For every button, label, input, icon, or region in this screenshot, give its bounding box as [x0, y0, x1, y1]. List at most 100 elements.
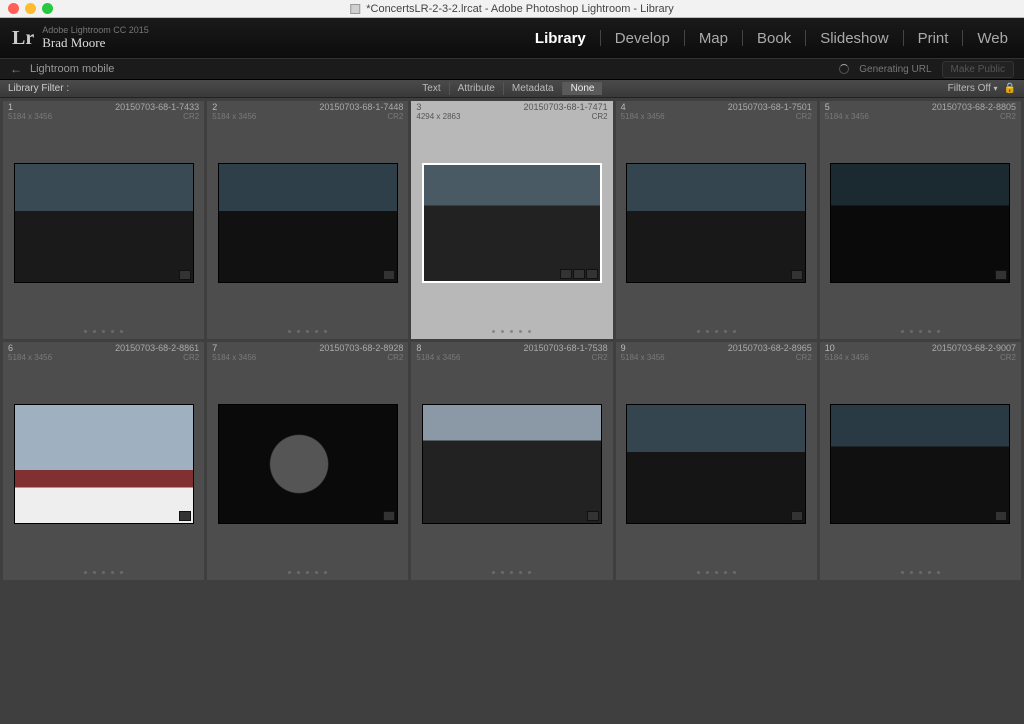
- thumb-extension: CR2: [524, 354, 608, 363]
- thumb-dimensions: 5184 x 3456: [8, 113, 52, 122]
- thumb-rating-dots[interactable]: [411, 323, 612, 339]
- thumb-meta: 105184 x 345620150703-68-2-9007CR2: [820, 342, 1021, 364]
- thumb-image-zone[interactable]: [3, 364, 204, 564]
- window-title: *ConcertsLR-2-3-2.lrcat - Adobe Photosho…: [366, 3, 674, 15]
- thumb-image[interactable]: [14, 404, 194, 524]
- grid-view[interactable]: 15184 x 345620150703-68-1-7433CR225184 x…: [0, 98, 1024, 724]
- filter-tab-attribute[interactable]: Attribute: [449, 82, 503, 95]
- thumb-image[interactable]: [830, 404, 1010, 524]
- thumb-image-zone[interactable]: [820, 123, 1021, 323]
- thumb-meta: 55184 x 345620150703-68-2-8805CR2: [820, 101, 1021, 123]
- thumb-badges: [179, 511, 191, 521]
- thumb-rating-dots[interactable]: [411, 564, 612, 580]
- module-slideshow[interactable]: Slideshow: [816, 28, 892, 49]
- filter-tab-text[interactable]: Text: [414, 82, 448, 95]
- thumb-image-zone[interactable]: [616, 123, 817, 323]
- thumb-image[interactable]: [830, 163, 1010, 283]
- module-develop[interactable]: Develop: [611, 28, 674, 49]
- thumb-image-zone[interactable]: [820, 364, 1021, 564]
- thumb-extension: CR2: [728, 354, 812, 363]
- thumb-meta: 95184 x 345620150703-68-2-8965CR2: [616, 342, 817, 364]
- thumb-image-zone[interactable]: [3, 123, 204, 323]
- thumbnail-cell[interactable]: 95184 x 345620150703-68-2-8965CR2: [616, 342, 817, 580]
- thumb-dimensions: 5184 x 3456: [621, 354, 665, 363]
- thumb-badges: [560, 269, 598, 279]
- thumbnail-cell[interactable]: 85184 x 345620150703-68-1-7538CR2: [411, 342, 612, 580]
- thumb-image-zone[interactable]: [616, 364, 817, 564]
- thumb-rating-dots[interactable]: [820, 323, 1021, 339]
- thumb-extension: CR2: [524, 113, 608, 122]
- thumbnail-cell[interactable]: 34294 x 286320150703-68-1-7471CR2: [411, 101, 612, 339]
- thumb-meta: 25184 x 345620150703-68-1-7448CR2: [207, 101, 408, 123]
- thumb-image[interactable]: [218, 163, 398, 283]
- filter-tabs: TextAttributeMetadataNone: [414, 82, 602, 95]
- thumb-rating-dots[interactable]: [207, 564, 408, 580]
- thumb-rating-dots[interactable]: [616, 564, 817, 580]
- thumbnail-cell[interactable]: 55184 x 345620150703-68-2-8805CR2: [820, 101, 1021, 339]
- back-button[interactable]: ←: [10, 62, 22, 76]
- make-public-button[interactable]: Make Public: [942, 61, 1014, 78]
- thumb-image[interactable]: [626, 404, 806, 524]
- thumb-extension: CR2: [115, 354, 199, 363]
- thumb-image[interactable]: [14, 163, 194, 283]
- thumbnail-cell[interactable]: 75184 x 345620150703-68-2-8928CR2: [207, 342, 408, 580]
- thumb-rating-dots[interactable]: [820, 564, 1021, 580]
- thumb-dimensions: 5184 x 3456: [8, 354, 52, 363]
- app-logo: Lr: [12, 27, 34, 50]
- thumb-dimensions: 5184 x 3456: [212, 354, 256, 363]
- window-titlebar: *ConcertsLR-2-3-2.lrcat - Adobe Photosho…: [0, 0, 1024, 18]
- minimize-window-button[interactable]: [25, 3, 36, 14]
- module-divider: [805, 30, 806, 46]
- thumb-rating-dots[interactable]: [3, 323, 204, 339]
- user-name: Brad Moore: [42, 36, 149, 50]
- filter-tab-metadata[interactable]: Metadata: [503, 82, 562, 95]
- thumb-image[interactable]: [422, 404, 602, 524]
- thumb-rating-dots[interactable]: [207, 323, 408, 339]
- thumbnail-cell[interactable]: 25184 x 345620150703-68-1-7448CR2: [207, 101, 408, 339]
- thumb-image-zone[interactable]: [207, 123, 408, 323]
- thumb-meta: 45184 x 345620150703-68-1-7501CR2: [616, 101, 817, 123]
- thumb-image[interactable]: [218, 404, 398, 524]
- filters-off-dropdown[interactable]: Filters Off ▾: [948, 83, 998, 94]
- module-picker: Library Develop Map Book Slideshow Print Web: [531, 28, 1012, 49]
- document-icon: [350, 4, 360, 14]
- thumbnail-cell[interactable]: 45184 x 345620150703-68-1-7501CR2: [616, 101, 817, 339]
- thumb-extension: CR2: [115, 113, 199, 122]
- module-library[interactable]: Library: [531, 28, 590, 49]
- thumb-dimensions: 5184 x 3456: [416, 354, 460, 363]
- thumbnail-cell[interactable]: 65184 x 345620150703-68-2-8861CR2: [3, 342, 204, 580]
- thumb-extension: CR2: [728, 113, 812, 122]
- module-book[interactable]: Book: [753, 28, 795, 49]
- module-print[interactable]: Print: [914, 28, 953, 49]
- sync-spinner-icon: [839, 64, 849, 74]
- thumb-image-zone[interactable]: [411, 123, 612, 323]
- module-map[interactable]: Map: [695, 28, 732, 49]
- thumb-image[interactable]: [626, 163, 806, 283]
- thumb-meta: 34294 x 286320150703-68-1-7471CR2: [411, 101, 612, 123]
- lock-icon[interactable]: 🔒: [1004, 83, 1016, 94]
- thumb-meta: 15184 x 345620150703-68-1-7433CR2: [3, 101, 204, 123]
- close-window-button[interactable]: [8, 3, 19, 14]
- module-divider: [684, 30, 685, 46]
- thumbnail-cell[interactable]: 105184 x 345620150703-68-2-9007CR2: [820, 342, 1021, 580]
- library-filter-bar: Library Filter : TextAttributeMetadataNo…: [0, 80, 1024, 98]
- thumb-image[interactable]: [422, 163, 602, 283]
- thumb-rating-dots[interactable]: [3, 564, 204, 580]
- identity-bar: Lr Adobe Lightroom CC 2015 Brad Moore Li…: [0, 18, 1024, 58]
- zoom-window-button[interactable]: [42, 3, 53, 14]
- library-filter-label: Library Filter :: [8, 83, 69, 94]
- breadcrumb-label[interactable]: Lightroom mobile: [30, 63, 114, 75]
- thumb-image-zone[interactable]: [207, 364, 408, 564]
- module-divider: [600, 30, 601, 46]
- thumbnail-cell[interactable]: 15184 x 345620150703-68-1-7433CR2: [3, 101, 204, 339]
- thumb-meta: 65184 x 345620150703-68-2-8861CR2: [3, 342, 204, 364]
- thumb-badges: [383, 511, 395, 521]
- thumb-image-zone[interactable]: [411, 364, 612, 564]
- chevron-down-icon: ▾: [994, 84, 998, 93]
- module-divider: [962, 30, 963, 46]
- filters-off-label: Filters Off: [948, 83, 991, 94]
- sync-status: Generating URL: [859, 64, 931, 75]
- module-web[interactable]: Web: [973, 28, 1012, 49]
- thumb-rating-dots[interactable]: [616, 323, 817, 339]
- filter-tab-none[interactable]: None: [562, 82, 603, 95]
